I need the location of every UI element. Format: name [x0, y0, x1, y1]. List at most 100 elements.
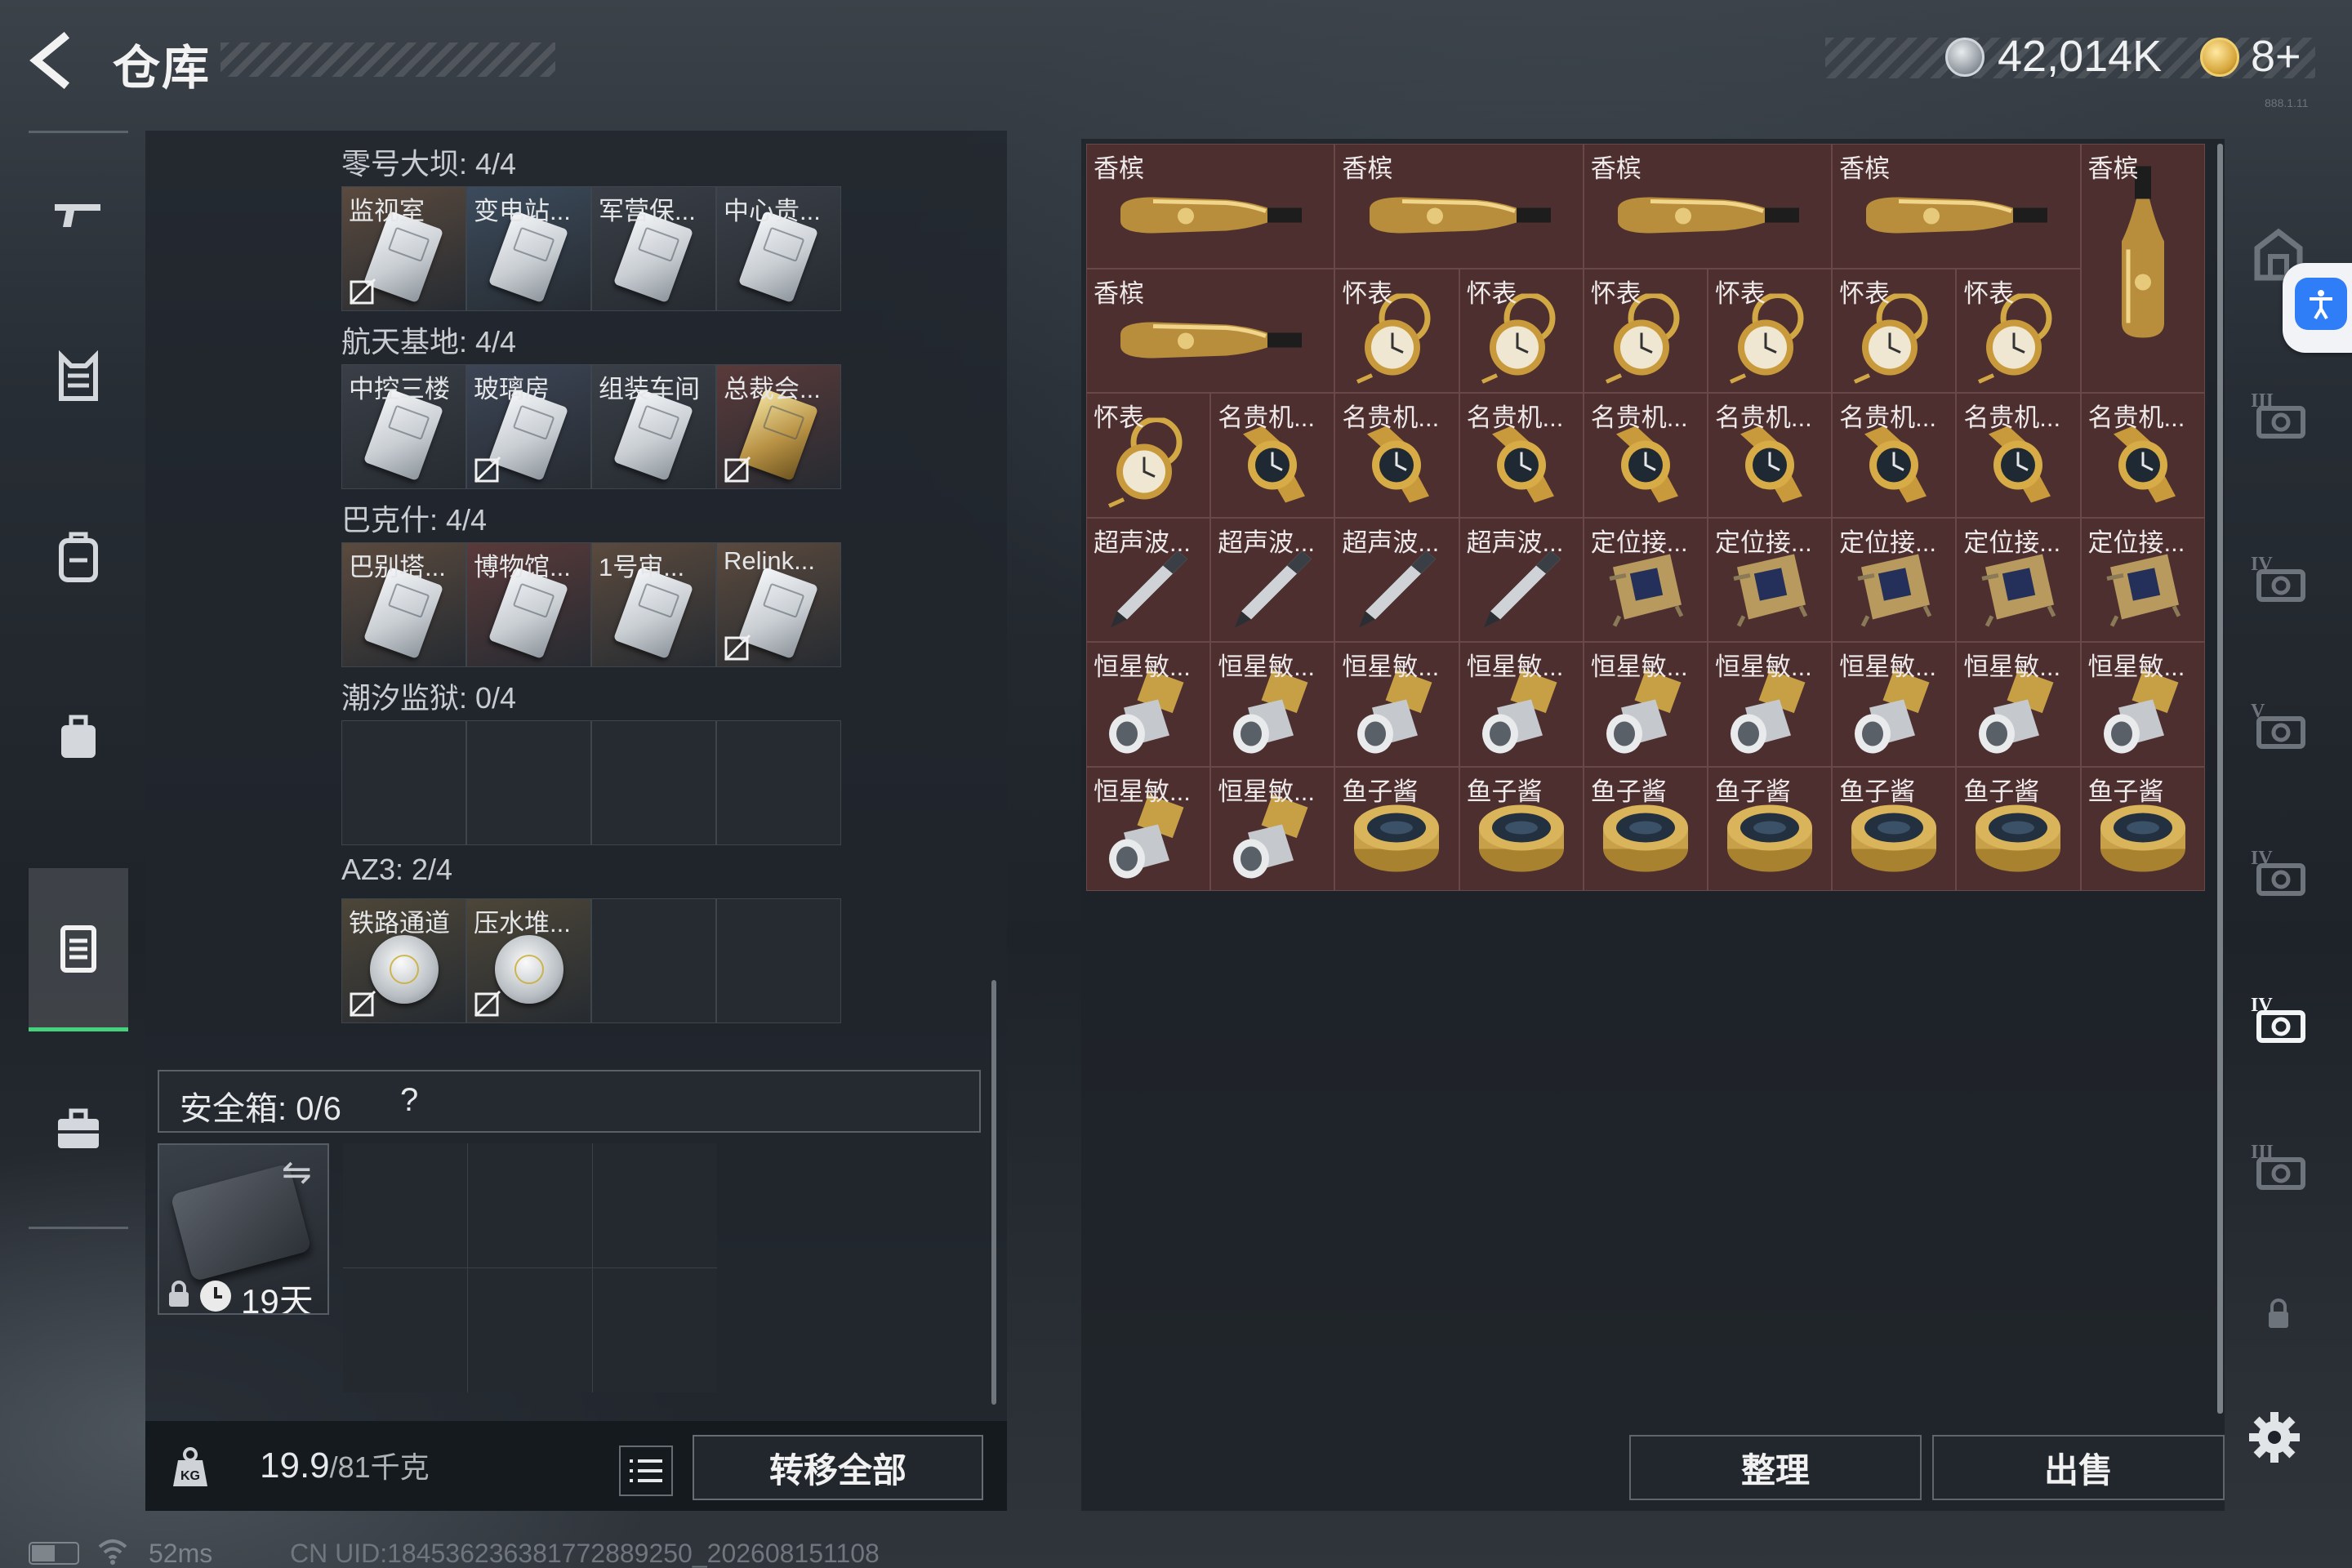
champagne-image	[1100, 301, 1321, 379]
keycard-slot[interactable]: 巴别塔...	[341, 542, 466, 667]
keycard-slot[interactable]: 中控三楼	[341, 364, 466, 489]
stash-item[interactable]: 鱼子酱	[1832, 766, 1957, 891]
stash-item[interactable]: 怀表	[1334, 268, 1459, 393]
stash-item[interactable]: 恒星敏...	[1334, 642, 1459, 767]
stash-item[interactable]: 怀表	[1832, 268, 1957, 393]
right-nav-item[interactable]: IV	[2238, 506, 2319, 653]
stash-item[interactable]: 鱼子酱	[1956, 766, 2081, 891]
keycard-slot[interactable]: 变电站...	[466, 186, 591, 311]
stash-item[interactable]: 怀表	[1707, 268, 1833, 393]
swap-icon[interactable]: ⇋	[282, 1152, 312, 1193]
stash-item[interactable]: 怀表	[1459, 268, 1584, 393]
stash-item[interactable]: 超声波...	[1086, 517, 1211, 642]
safe-box-case[interactable]: ⇋ 19天	[158, 1143, 329, 1315]
empty-keycard-slot[interactable]	[591, 898, 716, 1023]
empty-keycard-slot[interactable]	[341, 720, 466, 845]
stash-item[interactable]: 名贵机...	[1459, 393, 1584, 518]
nav-backpack[interactable]	[29, 476, 128, 639]
right-nav-item[interactable]: IV	[2238, 947, 2319, 1094]
stash-item[interactable]: 恒星敏...	[1956, 642, 2081, 767]
stash-item[interactable]: 鱼子酱	[1583, 766, 1708, 891]
stash-item[interactable]: 恒星敏...	[1707, 642, 1833, 767]
sell-button[interactable]: 出售	[1932, 1435, 2225, 1500]
keycard-slot[interactable]: 中心贵...	[716, 186, 841, 311]
keycard-slot[interactable]: 博物馆...	[466, 542, 591, 667]
stash-item[interactable]: 恒星敏...	[2080, 642, 2205, 767]
stash-item[interactable]: 名贵机...	[1583, 393, 1708, 518]
right-nav-item[interactable]: III	[2238, 343, 2319, 490]
keycard-slot[interactable]: 玻璃房	[466, 364, 591, 489]
stash-item[interactable]: 恒星敏...	[1459, 642, 1584, 767]
keycard-slot[interactable]: 组装车间	[591, 364, 716, 489]
nav-armor[interactable]	[29, 296, 128, 460]
stash-item[interactable]: 鱼子酱	[2080, 766, 2205, 891]
stash-item[interactable]: 名贵机...	[1956, 393, 2081, 518]
empty-keycard-slot[interactable]	[591, 720, 716, 845]
stash-item[interactable]: 恒星敏...	[1583, 642, 1708, 767]
nav-bag[interactable]	[29, 656, 128, 819]
stash-item[interactable]: 定位接...	[1583, 517, 1708, 642]
keycard-slot[interactable]: 军营保...	[591, 186, 716, 311]
keycard-slot[interactable]: 压水堆...	[466, 898, 591, 1023]
stash-item[interactable]: 名贵机...	[1832, 393, 1957, 518]
stash-item[interactable]: 超声波...	[1210, 517, 1335, 642]
accessibility-icon[interactable]	[2295, 278, 2347, 330]
stash-item[interactable]: 超声波...	[1459, 517, 1584, 642]
right-scrollbar[interactable]	[2217, 144, 2223, 1414]
nav-weapons[interactable]	[29, 133, 128, 296]
stash-grid: 香槟 香槟 香槟 香槟 香槟 香槟 怀表 怀表 怀表 怀表 怀表 怀表 怀表 名贵机... 名贵机... 名贵…	[1086, 144, 2205, 891]
keycard-slot[interactable]: 监视室	[341, 186, 466, 311]
premium-currency-amount[interactable]: 8+	[2251, 31, 2301, 82]
stash-item[interactable]: 定位接...	[1956, 517, 2081, 642]
keycard-label: Relink...	[724, 546, 815, 575]
stash-item[interactable]: 香槟	[1583, 144, 1833, 269]
list-view-button[interactable]	[619, 1446, 673, 1496]
stash-item[interactable]: 香槟	[1832, 144, 2081, 269]
stash-item[interactable]: 恒星敏...	[1086, 642, 1211, 767]
stash-item[interactable]: 怀表	[1086, 393, 1211, 518]
stash-item[interactable]: 超声波...	[1334, 517, 1459, 642]
stash-item[interactable]: 怀表	[1956, 268, 2081, 393]
stash-item[interactable]: 名贵机...	[2080, 393, 2205, 518]
sort-button[interactable]: 整理	[1629, 1435, 1922, 1500]
help-icon[interactable]: ?	[400, 1082, 418, 1119]
right-nav-item[interactable]	[2238, 1241, 2319, 1388]
keycard-slot[interactable]: Relink...	[716, 542, 841, 667]
empty-keycard-slot[interactable]	[466, 720, 591, 845]
stash-item[interactable]: 香槟	[1086, 144, 1335, 269]
stash-item[interactable]: 鱼子酱	[1459, 766, 1584, 891]
stash-item[interactable]: 香槟	[1334, 144, 1584, 269]
transfer-all-button[interactable]: 转移全部	[693, 1435, 983, 1500]
gear-icon[interactable]	[2246, 1409, 2303, 1466]
stash-item[interactable]: 恒星敏...	[1210, 642, 1335, 767]
stash-item[interactable]: 香槟	[1086, 268, 1335, 393]
keycard-slot[interactable]: 1号审...	[591, 542, 716, 667]
safe-box-grid[interactable]	[343, 1143, 717, 1392]
stash-item[interactable]: 定位接...	[2080, 517, 2205, 642]
nav-keycards[interactable]	[29, 868, 128, 1031]
stash-item[interactable]: 香槟	[2080, 144, 2205, 393]
stash-item[interactable]: 鱼子酱	[1334, 766, 1459, 891]
stash-item[interactable]: 怀表	[1583, 268, 1708, 393]
keycard-slot[interactable]: 总裁会...	[716, 364, 841, 489]
right-nav-item[interactable]: V	[2238, 653, 2319, 800]
empty-keycard-slot[interactable]	[716, 898, 841, 1023]
keycard-slot[interactable]: 铁路通道	[341, 898, 466, 1023]
stash-item[interactable]: 定位接...	[1707, 517, 1833, 642]
stash-item[interactable]: 恒星敏...	[1210, 766, 1335, 891]
stash-item[interactable]: 定位接...	[1832, 517, 1957, 642]
nav-briefcase[interactable]	[29, 1048, 128, 1211]
stash-item[interactable]: 名贵机...	[1210, 393, 1335, 518]
empty-keycard-slot[interactable]	[716, 720, 841, 845]
stash-item[interactable]: 恒星敏...	[1086, 766, 1211, 891]
left-scrollbar[interactable]	[991, 980, 996, 1405]
tier-5-helmet-icon: V	[2251, 701, 2305, 749]
right-nav-item[interactable]: III	[2238, 1094, 2319, 1241]
item-label: 鱼子酱	[1342, 777, 1419, 806]
stash-item[interactable]: 名贵机...	[1334, 393, 1459, 518]
right-nav-item[interactable]: IV	[2238, 800, 2319, 947]
back-arrow-icon[interactable]	[23, 31, 82, 90]
stash-item[interactable]: 名贵机...	[1707, 393, 1833, 518]
stash-item[interactable]: 恒星敏...	[1832, 642, 1957, 767]
stash-item[interactable]: 鱼子酱	[1707, 766, 1833, 891]
